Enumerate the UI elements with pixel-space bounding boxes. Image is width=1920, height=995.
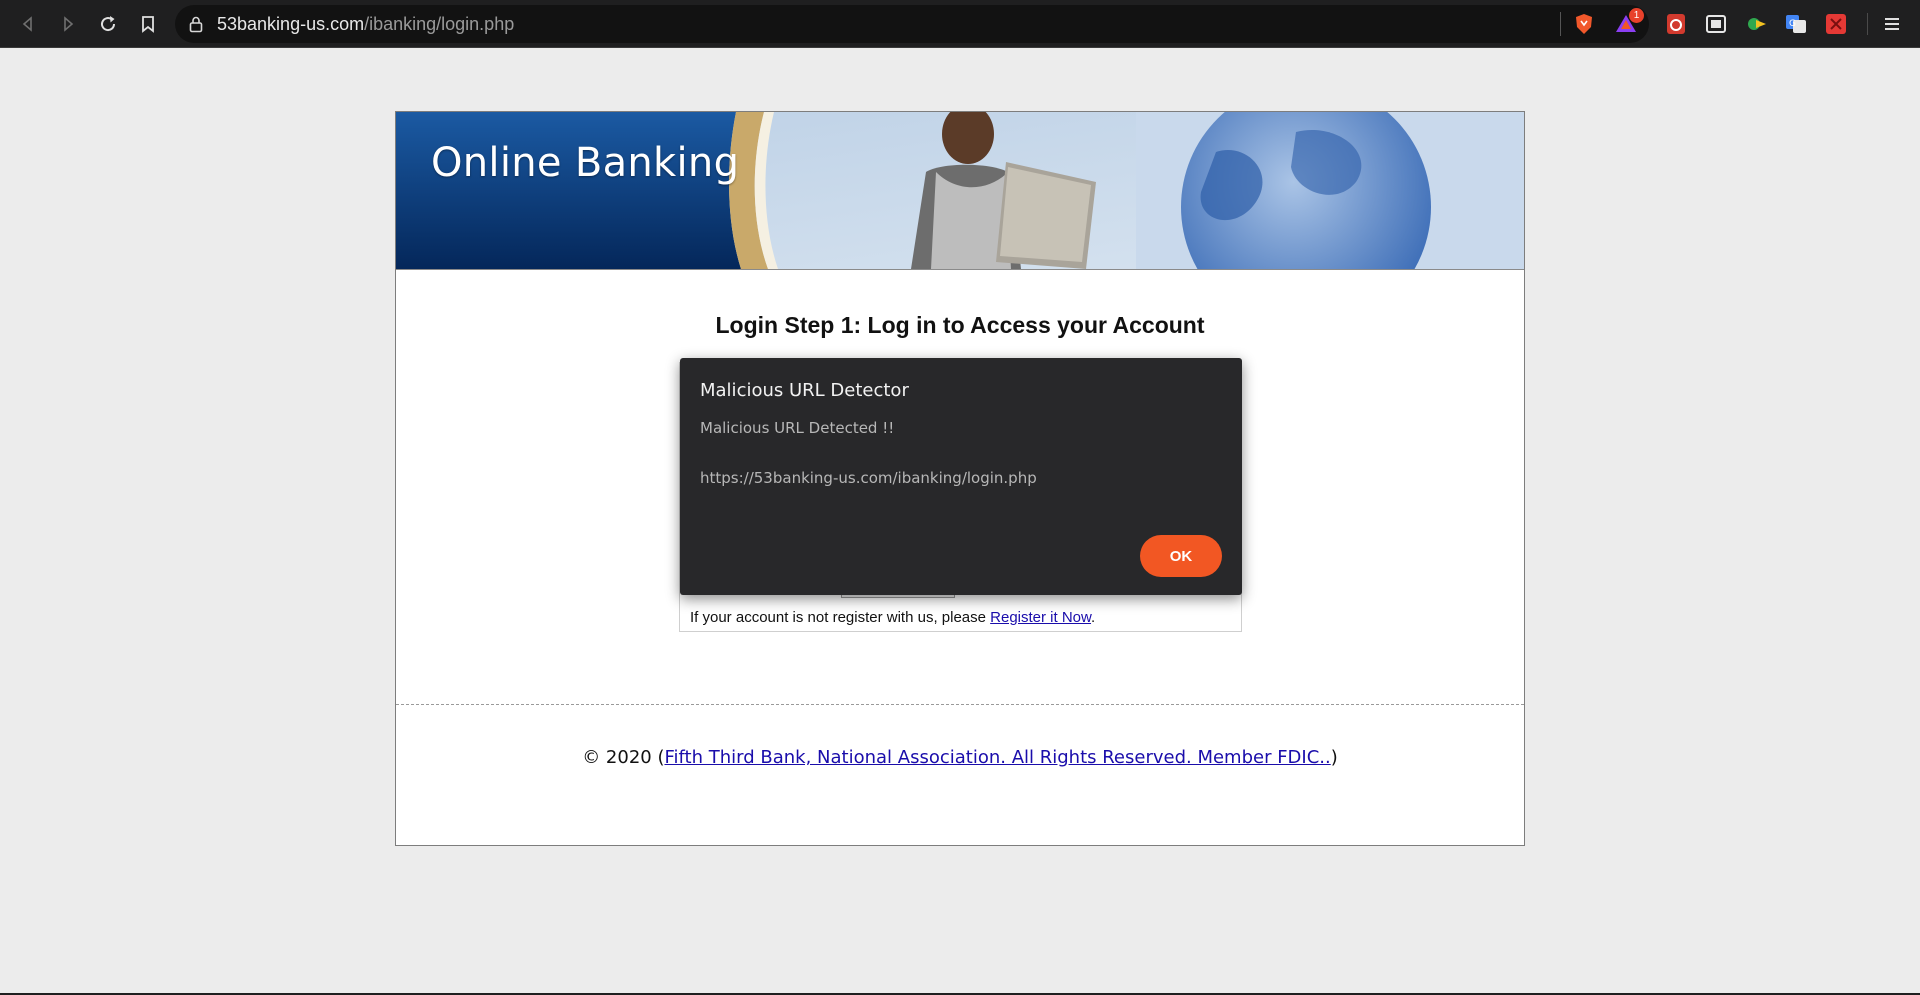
brave-rewards-icon[interactable]: 1	[1614, 8, 1644, 36]
register-prefix: If your account is not register with us,…	[690, 609, 991, 626]
banner: Online Banking	[396, 112, 1524, 270]
dialog-url: https://53banking-us.com/ibanking/login.…	[700, 469, 1037, 487]
footer: © 2020 (Fifth Third Bank, National Assoc…	[396, 747, 1524, 768]
dialog-message: Malicious URL Detected !!	[700, 419, 895, 437]
url-path: /ibanking/login.php	[364, 14, 515, 34]
extension-icon[interactable]	[1744, 12, 1768, 36]
page-title: Login Step 1: Log in to Access your Acco…	[715, 312, 1205, 338]
dialog-title: Malicious URL Detector	[700, 380, 909, 401]
extension-icon[interactable]	[1664, 12, 1688, 36]
register-suffix: .	[1091, 609, 1096, 626]
toolbar-divider	[1867, 13, 1868, 35]
banner-image	[396, 112, 1524, 269]
forward-icon[interactable]	[52, 8, 84, 40]
lock-icon	[189, 16, 203, 33]
menu-icon[interactable]	[1880, 12, 1904, 36]
toolbar-divider	[1560, 12, 1561, 36]
url-text: 53banking-us.com/ibanking/login.php	[217, 14, 514, 34]
divider	[396, 704, 1524, 705]
extension-icon[interactable]	[1824, 12, 1848, 36]
url-host: 53banking-us.com	[217, 14, 365, 34]
svg-text:G: G	[1789, 19, 1796, 29]
back-icon[interactable]	[12, 8, 44, 40]
browser-toolbar: 53banking-us.com/ibanking/login.php 1 G	[0, 0, 1920, 48]
rewards-badge: 1	[1629, 8, 1644, 23]
footer-prefix: © 2020 (	[582, 747, 665, 768]
address-bar[interactable]: 53banking-us.com/ibanking/login.php	[175, 5, 1649, 43]
footer-link[interactable]: Fifth Third Bank, National Association. …	[664, 747, 1330, 768]
register-link[interactable]: Register it Now	[990, 609, 1091, 626]
bookmark-icon[interactable]	[132, 8, 164, 40]
brave-shield-icon[interactable]	[1572, 12, 1596, 36]
malicious-url-dialog: Malicious URL Detector Malicious URL Det…	[680, 358, 1242, 595]
ok-button[interactable]: OK	[1140, 535, 1222, 577]
reload-icon[interactable]	[92, 8, 124, 40]
banner-title: Online Banking	[431, 140, 740, 186]
register-text: If your account is not register with us,…	[690, 609, 1095, 626]
translate-icon[interactable]: G	[1784, 12, 1808, 36]
extension-icon[interactable]	[1704, 12, 1728, 36]
footer-suffix: )	[1330, 747, 1338, 768]
